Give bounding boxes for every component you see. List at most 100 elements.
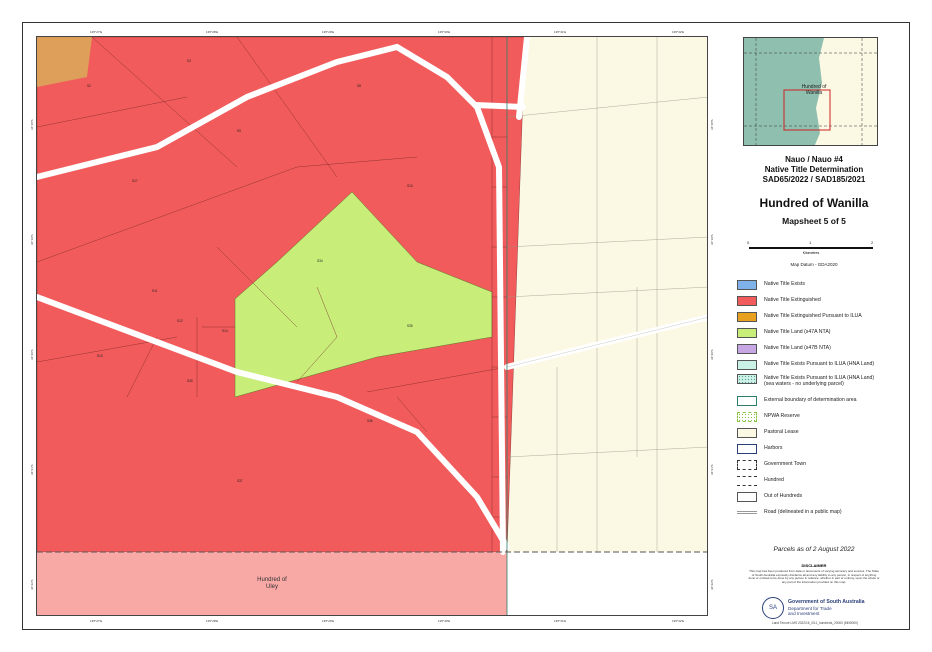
legend-label: Road (delineated in a public map) <box>764 509 842 515</box>
legend-label: External boundary of determination area <box>764 397 857 403</box>
bottom-tick-label: 135°32'E <box>672 619 685 623</box>
legend-item: Native Title Exists <box>735 280 905 292</box>
legend-item: Native Title Exists Pursuant to ILUA (HN… <box>735 374 905 387</box>
legend-label: Pastoral Lease <box>764 429 799 435</box>
top-tick-label: 135°31'E <box>554 30 567 34</box>
case-numbers: SAD65/2022 / SAD185/2021 <box>762 175 866 184</box>
parcel-label: S36 <box>367 419 373 423</box>
left-tick-label: 34°22'S <box>30 579 34 590</box>
road-line-icon <box>737 511 757 514</box>
government-name: Government of South Australia <box>788 599 865 605</box>
legend-label: Hundred <box>764 477 784 483</box>
green-dashed-outline-icon <box>737 412 757 422</box>
scale-unit: Kilometres <box>802 251 820 255</box>
grey-outline-icon <box>737 492 757 502</box>
legend-label: Native Title Land (s47A NTA) <box>764 329 831 335</box>
parcel-label: S34 <box>317 259 323 263</box>
long-dashed-outline-icon <box>737 476 757 486</box>
parcel-label: S3 <box>187 59 191 63</box>
right-tick-label: 34°18'S <box>710 119 714 130</box>
legend-label: Native Title Extinguished Pursuant to IL… <box>764 313 862 319</box>
department-name: Department for Trade and Investment <box>788 606 832 616</box>
legend-label: Out of Hundreds <box>764 493 803 499</box>
cream-fill-icon <box>737 428 757 438</box>
claim-name: Nauo / Nauo #4 <box>785 155 843 164</box>
parcel-label: S10 <box>407 184 413 188</box>
left-tick-label: 34°18'S <box>30 119 34 130</box>
legend-label: Native Title Exists Pursuant to ILUA (HN… <box>764 375 875 387</box>
green-fill-icon <box>737 328 757 338</box>
parcel-label: S11 <box>152 289 158 293</box>
blue-fill-icon <box>737 280 757 290</box>
legend-label: Native Title Extinguished <box>764 297 821 303</box>
legend-item: Native Title Land (s47A NTA) <box>735 328 905 340</box>
legend-item: Pastoral Lease <box>735 428 905 440</box>
parcel-label: S2 <box>87 84 91 88</box>
right-tick-label: 34°21'S <box>710 464 714 475</box>
right-tick-label: 34°19'S <box>710 234 714 245</box>
right-tick-label: 34°20'S <box>710 349 714 360</box>
parcel-label: S14 <box>222 329 228 333</box>
hundred-title: Hundred of Wanilla <box>759 196 869 210</box>
mapsheet-label: Mapsheet 5 of 5 <box>782 216 846 226</box>
main-map[interactable]: S2 S3 S8 S9 S17 S10 S11 S12 S13 S14 S30 S34 S35 S36 S3… <box>36 36 708 616</box>
purple-fill-icon <box>737 344 757 354</box>
parcel-label: S37 <box>237 479 243 483</box>
right-tick-label: 34°22'S <box>710 579 714 590</box>
top-tick-label: 135°30'E <box>438 30 451 34</box>
teal-outline-icon <box>737 396 757 406</box>
legend-label: Government Town <box>764 461 806 467</box>
map-canvas: S2 S3 S8 S9 S17 S10 S11 S12 S13 S14 S30 S34 S35 S36 S3… <box>37 37 707 615</box>
legend-label: Native Title Exists <box>764 281 805 287</box>
legend-item: Native Title Land (s47B NTA) <box>735 344 905 356</box>
inset-hundred-label: Hundred of Wanilla <box>801 84 827 96</box>
bottom-tick-label: 135°30'E <box>438 619 451 623</box>
government-logo: SA Government of South Australia Departm… <box>762 597 882 621</box>
legend-item: External boundary of determination area <box>735 396 905 408</box>
legend-item: Hundred <box>735 476 905 488</box>
left-tick-label: 34°21'S <box>30 464 34 475</box>
parcels-date: Parcels as of 2 August 2022 <box>773 546 855 553</box>
parcel-label: S17 <box>132 179 138 183</box>
legend-item: Government Town <box>735 460 905 472</box>
legend-item: Native Title Exists Pursuant to ILUA (HN… <box>735 360 905 372</box>
scale-tick-2: 2 <box>871 240 874 245</box>
left-tick-label: 34°20'S <box>30 349 34 360</box>
top-tick-label: 135°32'E <box>672 30 685 34</box>
mint-fill-icon <box>737 360 757 370</box>
scale-tick-0: 0 <box>747 240 750 245</box>
legend-item: Native Title Extinguished Pursuant to IL… <box>735 312 905 324</box>
locality-inset-map[interactable]: Hundred of Wanilla <box>743 37 878 146</box>
orange-fill-icon <box>737 312 757 322</box>
navy-outline-icon <box>737 444 757 454</box>
legend-item: NPWA Reserve <box>735 412 905 424</box>
map-datum: Map Datum - GDA2020 <box>790 262 838 267</box>
parcel-label: S12 <box>177 319 183 323</box>
parcel-label: S9 <box>237 129 241 133</box>
legend-label: Native Title Exists Pursuant to ILUA (HN… <box>764 361 875 367</box>
legend-item: Out of Hundreds <box>735 492 905 504</box>
determination-title-block: Nauo / Nauo #4 Native Title Determinatio… <box>725 155 903 185</box>
legend-item: Road (delineated in a public map) <box>735 508 905 520</box>
legend-item: Harbors <box>735 444 905 456</box>
scale-bar: 0 1 2 Kilometres <box>747 240 875 256</box>
left-tick-label: 34°19'S <box>30 234 34 245</box>
top-tick-label: 135°27'E <box>90 30 103 34</box>
determination-name: Native Title Determination <box>764 165 864 174</box>
top-tick-label: 135°29'E <box>322 30 335 34</box>
bottom-tick-label: 135°31'E <box>554 619 567 623</box>
scale-tick-1: 1 <box>809 240 812 245</box>
legend-label: NPWA Reserve <box>764 413 800 419</box>
state-seal-icon: SA <box>762 597 784 619</box>
bottom-tick-label: 135°27'E <box>90 619 103 623</box>
pastoral-lease-area <box>507 37 707 552</box>
bottom-tick-label: 135°29'E <box>322 619 335 623</box>
scale-bar-white <box>811 247 873 249</box>
parcel-label: S8 <box>357 84 361 88</box>
legend-label: Harbors <box>764 445 783 451</box>
parcel-label: S30 <box>187 379 193 383</box>
legend-label: Native Title Land (s47B NTA) <box>764 345 831 351</box>
top-tick-label: 135°28'E <box>206 30 219 34</box>
bottom-tick-label: 135°28'E <box>206 619 219 623</box>
disclaimer-text: This map has been produced from data or … <box>748 569 880 584</box>
